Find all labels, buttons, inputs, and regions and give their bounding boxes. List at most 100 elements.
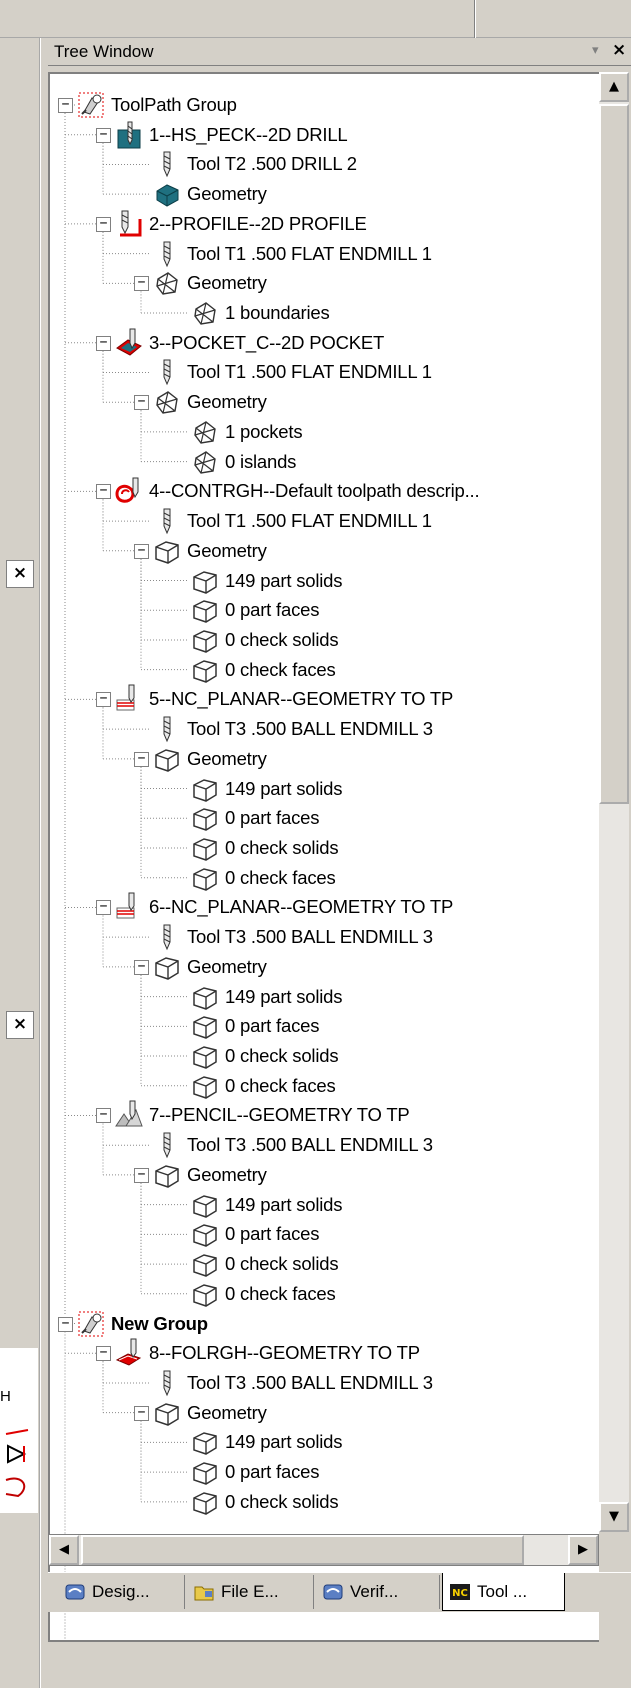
collapse-toggle[interactable]: − bbox=[96, 335, 111, 351]
tree-node[interactable]: 0 part faces bbox=[190, 803, 319, 833]
tool-icon bbox=[163, 359, 171, 386]
tree-node[interactable]: 7--PENCIL--GEOMETRY TO TP bbox=[114, 1100, 410, 1130]
tree-node[interactable]: Tool T1 .500 FLAT ENDMILL 1 bbox=[152, 357, 432, 387]
tree-node[interactable]: ToolPath Group bbox=[76, 90, 237, 120]
tree-node-label: Geometry bbox=[187, 747, 267, 769]
tree-node[interactable]: 0 check faces bbox=[190, 655, 336, 685]
tree-node[interactable]: 3--POCKET_C--2D POCKET bbox=[114, 328, 384, 358]
collapse-toggle[interactable]: − bbox=[96, 484, 111, 500]
collapse-toggle[interactable]: − bbox=[96, 1108, 111, 1124]
tree-node[interactable]: 1--HS_PECK--2D DRILL bbox=[114, 120, 348, 150]
tree-node[interactable]: 0 check faces bbox=[190, 1279, 336, 1309]
tree-node[interactable]: 5--NC_PLANAR--GEOMETRY TO TP bbox=[114, 684, 453, 714]
toolpath-tree[interactable]: ToolPath Group −1--HS_PECK--2D DRILL − Tool… bbox=[48, 72, 599, 1642]
solid-geometry-icon bbox=[193, 986, 217, 1010]
solid-geometry-icon bbox=[193, 778, 217, 802]
collapse-toggle[interactable]: − bbox=[134, 276, 149, 292]
tree-node[interactable]: Geometry bbox=[152, 744, 267, 774]
tree-window-close-button[interactable]: × bbox=[612, 40, 626, 60]
tree-node[interactable]: 0 check solids bbox=[190, 1041, 339, 1071]
side-panel-close-button[interactable]: × bbox=[6, 560, 34, 588]
side-panel-fragment-icons bbox=[5, 1429, 29, 1498]
collapse-toggle[interactable]: − bbox=[96, 900, 111, 916]
tree-node[interactable]: 149 part solids bbox=[190, 774, 343, 804]
tree-node[interactable]: New Group bbox=[76, 1309, 208, 1339]
solid-geometry-icon bbox=[193, 867, 217, 891]
scroll-down-button[interactable]: ▼ bbox=[599, 1502, 629, 1532]
tree-node-label: 0 check solids bbox=[225, 628, 339, 650]
tree-node[interactable]: 0 check solids bbox=[190, 625, 339, 655]
tree-node[interactable]: 4--CONTRGH--Default toolpath descrip... bbox=[114, 476, 480, 506]
tree-node[interactable]: 1 boundaries bbox=[190, 298, 330, 328]
collapse-toggle[interactable]: − bbox=[58, 1316, 73, 1332]
tree-node[interactable]: Tool T3 .500 BALL ENDMILL 3 bbox=[152, 922, 433, 952]
tree-node[interactable]: Geometry bbox=[152, 268, 267, 298]
tree-node[interactable]: Geometry bbox=[152, 1398, 267, 1428]
collapse-toggle[interactable]: − bbox=[96, 216, 111, 232]
tree-node[interactable]: Tool T3 .500 BALL ENDMILL 3 bbox=[152, 1130, 433, 1160]
horizontal-scroll-thumb[interactable] bbox=[81, 1535, 524, 1565]
tree-node[interactable]: 6--NC_PLANAR--GEOMETRY TO TP bbox=[114, 892, 453, 922]
tree-node-label: 0 part faces bbox=[225, 599, 320, 621]
solid-geometry-icon bbox=[193, 1046, 217, 1069]
tab-toolpath-manager[interactable]: NC Tool ... bbox=[442, 1573, 565, 1611]
tree-node[interactable]: Tool T1 .500 FLAT ENDMILL 1 bbox=[152, 239, 432, 269]
tree-node[interactable]: Geometry bbox=[152, 179, 267, 209]
side-panel-close-button-2[interactable]: × bbox=[6, 1011, 34, 1039]
collapse-toggle[interactable]: − bbox=[96, 1346, 111, 1362]
drill-operation-icon bbox=[117, 121, 141, 149]
collapse-toggle[interactable]: − bbox=[134, 751, 149, 767]
boundary-geometry-icon bbox=[194, 450, 216, 474]
pin-icon[interactable]: ▾ bbox=[592, 43, 599, 58]
vertical-scrollbar[interactable]: ▲ ▼ bbox=[599, 72, 629, 1532]
tree-node[interactable]: 0 check faces bbox=[190, 1071, 336, 1101]
boundary-geometry-icon bbox=[156, 391, 178, 414]
collapse-toggle[interactable]: − bbox=[134, 959, 149, 975]
tab-verify-label: Verif... bbox=[350, 1582, 399, 1601]
tree-node[interactable]: 0 check faces bbox=[190, 863, 336, 893]
tree-node-label: 8--FOLRGH--GEOMETRY TO TP bbox=[149, 1342, 420, 1364]
collapse-toggle[interactable]: − bbox=[134, 543, 149, 559]
tree-node[interactable]: 0 part faces bbox=[190, 1011, 319, 1041]
tree-node[interactable]: 8--FOLRGH--GEOMETRY TO TP bbox=[114, 1338, 420, 1368]
tool-icon bbox=[163, 1132, 171, 1159]
tree-node[interactable]: 0 part faces bbox=[190, 595, 319, 625]
horizontal-scrollbar[interactable]: ◀ ▶ bbox=[48, 1534, 599, 1566]
scroll-up-button[interactable]: ▲ bbox=[599, 72, 629, 102]
tree-node[interactable]: 149 part solids bbox=[190, 1427, 343, 1457]
collapse-toggle[interactable]: − bbox=[58, 98, 73, 113]
tab-verify[interactable]: Verif... bbox=[316, 1575, 440, 1609]
scroll-left-button[interactable]: ◀ bbox=[49, 1535, 79, 1565]
tree-node-label: Geometry bbox=[187, 391, 267, 413]
tree-node[interactable]: Geometry bbox=[152, 1160, 267, 1190]
collapse-toggle[interactable]: − bbox=[96, 127, 111, 143]
vertical-scroll-thumb[interactable] bbox=[599, 104, 629, 804]
collapse-toggle[interactable]: − bbox=[134, 1167, 149, 1183]
tree-node[interactable]: 149 part solids bbox=[190, 566, 343, 596]
collapse-toggle[interactable]: − bbox=[134, 395, 149, 411]
tree-node-label: 0 check faces bbox=[225, 1074, 336, 1096]
tree-node[interactable]: Tool T1 .500 FLAT ENDMILL 1 bbox=[152, 506, 432, 536]
scroll-right-button[interactable]: ▶ bbox=[568, 1535, 598, 1565]
collapse-toggle[interactable]: − bbox=[134, 1405, 149, 1421]
tree-node[interactable]: Tool T2 .500 DRILL 2 bbox=[152, 149, 357, 179]
tree-node[interactable]: Tool T3 .500 BALL ENDMILL 3 bbox=[152, 714, 433, 744]
tree-node[interactable]: Geometry bbox=[152, 387, 267, 417]
tree-node[interactable]: 0 check solids bbox=[190, 1487, 339, 1517]
tree-node[interactable]: Geometry bbox=[152, 952, 267, 982]
tab-design[interactable]: Desig... bbox=[58, 1575, 185, 1609]
tree-node[interactable]: Geometry bbox=[152, 536, 267, 566]
tree-node[interactable]: 1 pockets bbox=[190, 417, 303, 447]
tree-node[interactable]: 0 part faces bbox=[190, 1219, 319, 1249]
collapse-toggle[interactable]: − bbox=[96, 692, 111, 708]
tree-node[interactable]: 149 part solids bbox=[190, 1190, 343, 1220]
tree-node[interactable]: 0 check solids bbox=[190, 1249, 339, 1279]
tree-node[interactable]: Tool T3 .500 BALL ENDMILL 3 bbox=[152, 1368, 433, 1398]
tab-file-explorer[interactable]: File E... bbox=[187, 1575, 314, 1609]
tree-node[interactable]: 0 islands bbox=[190, 447, 296, 477]
tree-node[interactable]: 0 check solids bbox=[190, 833, 339, 863]
tree-node[interactable]: 2--PROFILE--2D PROFILE bbox=[114, 209, 367, 239]
tree-node[interactable]: 149 part solids bbox=[190, 982, 343, 1012]
tree-node-label: Tool T3 .500 BALL ENDMILL 3 bbox=[187, 718, 433, 740]
tree-node[interactable]: 0 part faces bbox=[190, 1457, 319, 1487]
